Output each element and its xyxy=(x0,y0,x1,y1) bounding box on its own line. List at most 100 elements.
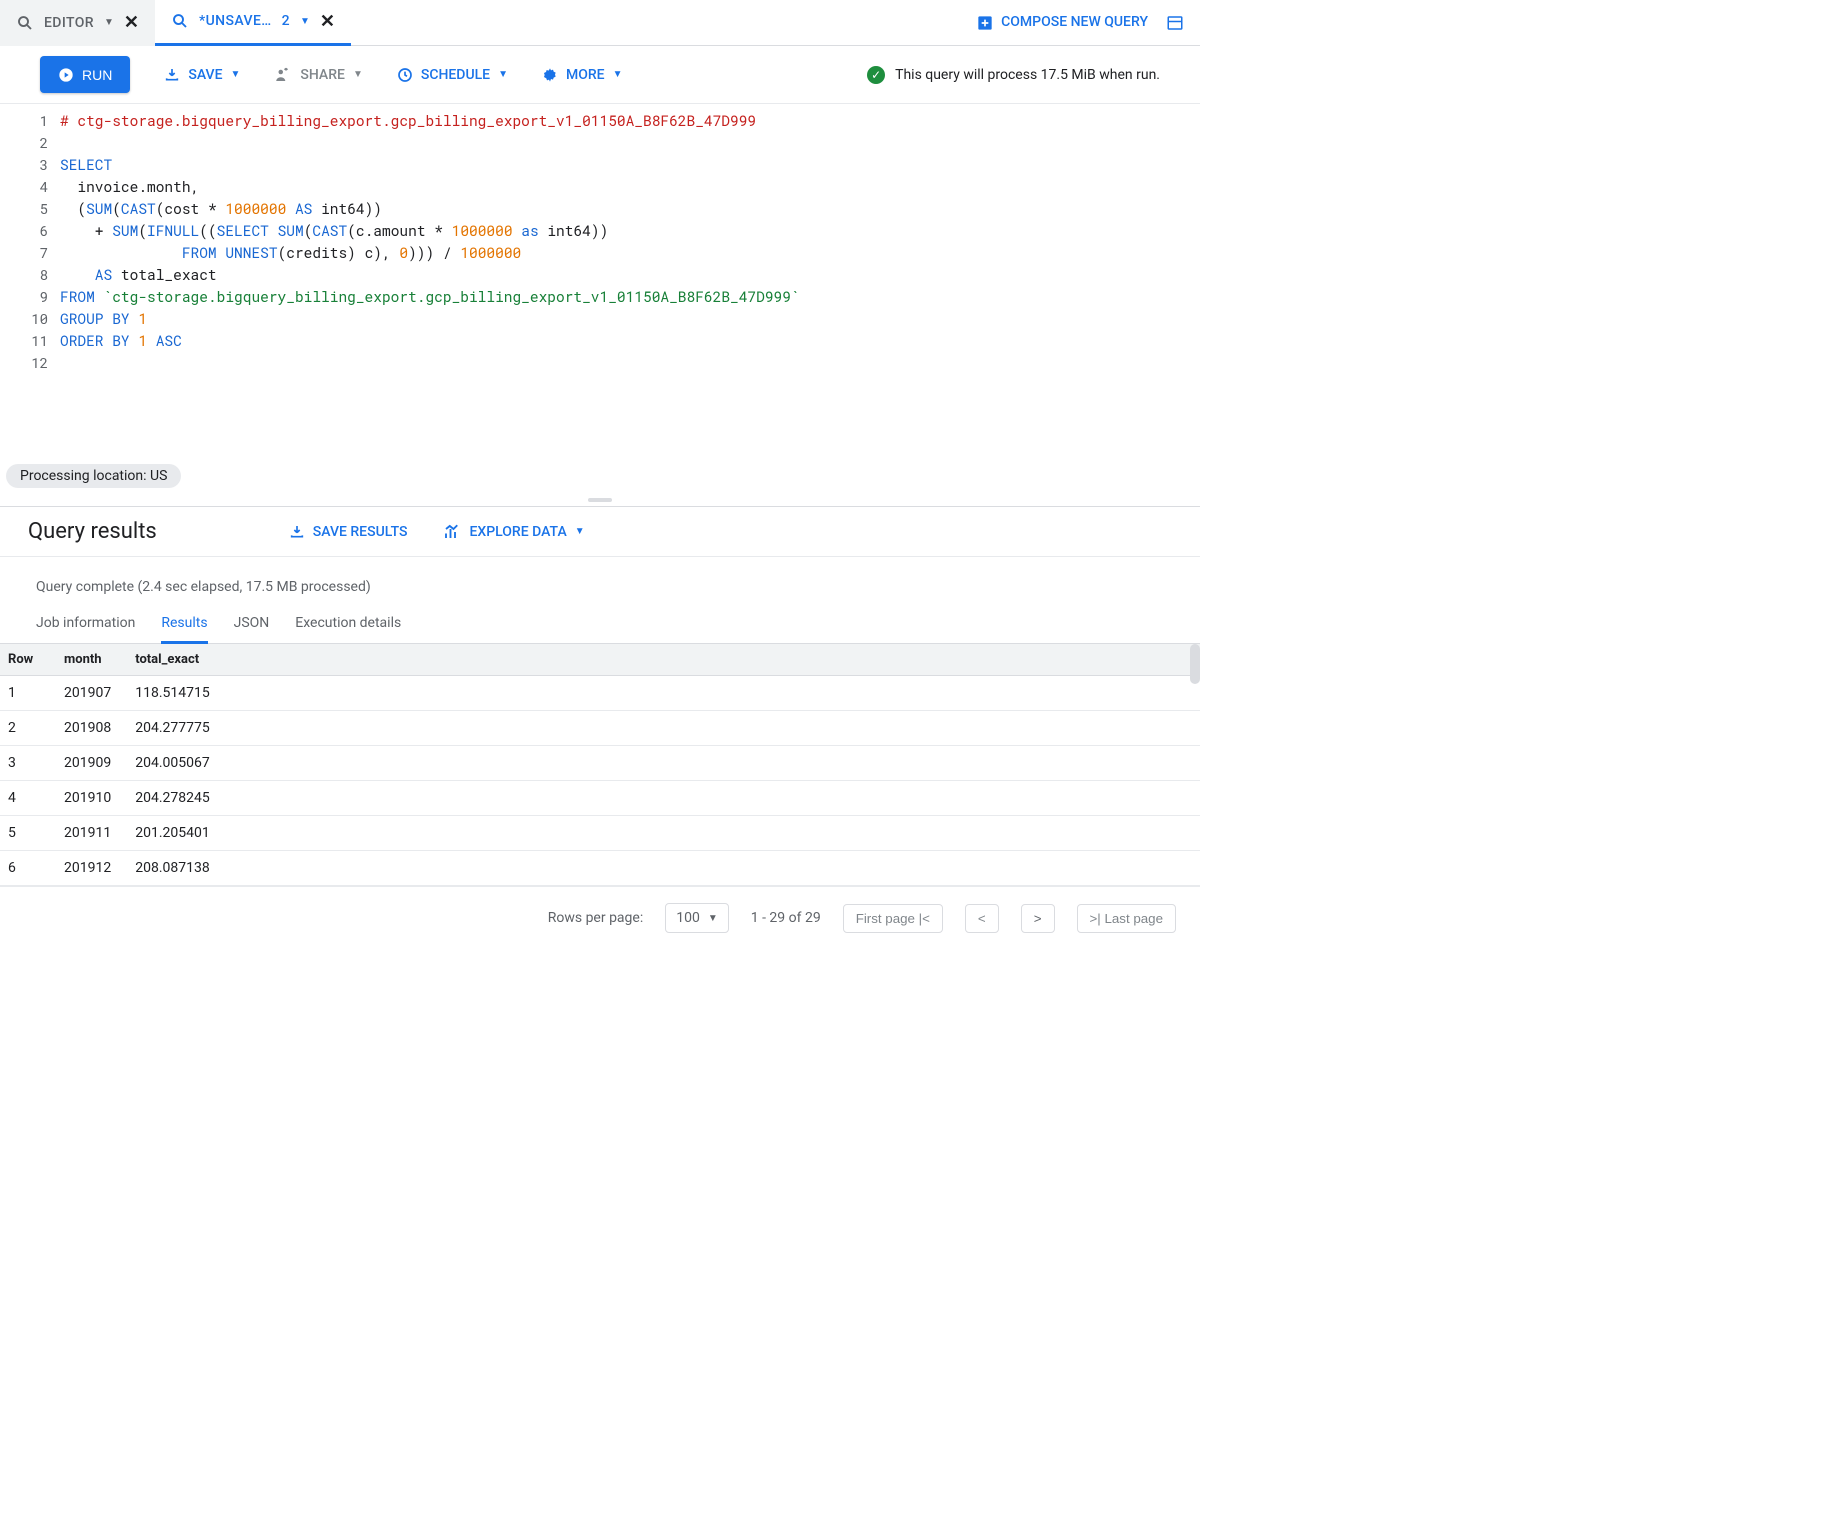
chevron-right-icon: > xyxy=(1034,911,1042,926)
page-range: 1 - 29 of 29 xyxy=(751,910,821,926)
tab-unsaved-label: *UNSAVE… xyxy=(199,13,272,29)
plus-icon xyxy=(977,14,993,30)
explore-data-button[interactable]: EXPLORE DATA ▼ xyxy=(443,523,584,541)
explore-data-label: EXPLORE DATA xyxy=(469,524,566,540)
tab-json[interactable]: JSON xyxy=(234,605,270,643)
caret-down-icon[interactable]: ▼ xyxy=(104,17,114,28)
query-status: ✓ This query will process 17.5 MiB when … xyxy=(867,66,1160,84)
save-results-button[interactable]: SAVE RESULTS xyxy=(289,524,408,540)
cell-month: 201912 xyxy=(52,851,123,886)
magnify-icon xyxy=(171,12,189,30)
cell-row: 4 xyxy=(0,781,52,816)
tab-unsaved[interactable]: *UNSAVE… 2 ▼ ✕ xyxy=(155,0,351,46)
prev-page-button[interactable]: < xyxy=(965,904,999,933)
scrollbar-thumb[interactable] xyxy=(1190,644,1200,684)
pagination: Rows per page: 100 ▼ 1 - 29 of 29 First … xyxy=(0,886,1200,949)
tab-editor-label: EDITOR xyxy=(44,15,94,31)
code-content[interactable]: # ctg-storage.bigquery_billing_export.gc… xyxy=(60,104,1200,494)
table-row: 3201909204.005067 xyxy=(0,746,1200,781)
first-page-button[interactable]: First page |< xyxy=(843,904,943,933)
last-page-icon: >| xyxy=(1090,911,1101,926)
tab-unsaved-badge: 2 xyxy=(282,13,290,29)
col-row: Row xyxy=(0,644,52,676)
results-header: Query results SAVE RESULTS EXPLORE DATA … xyxy=(0,506,1200,557)
compose-label: COMPOSE NEW QUERY xyxy=(1001,14,1148,30)
tab-editor[interactable]: EDITOR ▼ ✕ xyxy=(0,0,155,46)
cell-month: 201908 xyxy=(52,711,123,746)
cell-month: 201911 xyxy=(52,816,123,851)
chart-icon xyxy=(443,523,461,541)
download-icon xyxy=(164,67,180,83)
cell-total: 208.087138 xyxy=(123,851,1200,886)
cell-total: 204.005067 xyxy=(123,746,1200,781)
caret-down-icon[interactable]: ▼ xyxy=(300,16,310,27)
run-button[interactable]: RUN xyxy=(40,56,130,93)
more-button[interactable]: MORE ▼ xyxy=(542,67,623,83)
tab-results[interactable]: Results xyxy=(161,605,207,644)
save-results-label: SAVE RESULTS xyxy=(313,524,408,540)
tab-job-information[interactable]: Job information xyxy=(36,605,135,643)
hide-panel-icon[interactable] xyxy=(1166,12,1184,33)
processing-location-badge: Processing location: US xyxy=(6,464,181,488)
save-label: SAVE xyxy=(188,67,222,83)
cell-total: 204.277775 xyxy=(123,711,1200,746)
magnify-icon xyxy=(16,14,34,32)
query-toolbar: RUN SAVE ▼ SHARE ▼ SCHEDULE ▼ MORE ▼ ✓ T… xyxy=(0,46,1200,104)
cell-row: 6 xyxy=(0,851,52,886)
play-icon xyxy=(58,66,74,83)
caret-down-icon: ▼ xyxy=(353,69,363,80)
code-editor[interactable]: 123456789101112 # ctg-storage.bigquery_b… xyxy=(0,104,1200,494)
results-title: Query results xyxy=(28,519,157,544)
table-row: 1201907118.514715 xyxy=(0,676,1200,711)
tabs-bar: EDITOR ▼ ✕ *UNSAVE… 2 ▼ ✕ COMPOSE NEW QU… xyxy=(0,0,1200,46)
rows-per-page-label: Rows per page: xyxy=(548,910,643,926)
table-row: 4201910204.278245 xyxy=(0,781,1200,816)
cell-month: 201909 xyxy=(52,746,123,781)
chevron-left-icon: < xyxy=(978,911,986,926)
first-page-icon: |< xyxy=(919,911,930,926)
results-table: Row month total_exact 1201907118.5147152… xyxy=(0,644,1200,886)
table-row: 2201908204.277775 xyxy=(0,711,1200,746)
col-month: month xyxy=(52,644,123,676)
run-label: RUN xyxy=(82,67,112,83)
status-text: This query will process 17.5 MiB when ru… xyxy=(895,67,1160,83)
schedule-label: SCHEDULE xyxy=(421,67,490,83)
next-page-button[interactable]: > xyxy=(1021,904,1055,933)
caret-down-icon: ▼ xyxy=(575,526,585,537)
close-icon[interactable]: ✕ xyxy=(124,12,139,33)
caret-down-icon: ▼ xyxy=(613,69,623,80)
compose-new-query-button[interactable]: COMPOSE NEW QUERY xyxy=(977,14,1148,30)
close-icon[interactable]: ✕ xyxy=(320,11,335,32)
code-line: invoice.month, xyxy=(60,177,199,196)
drag-handle[interactable] xyxy=(588,498,612,502)
share-button[interactable]: SHARE ▼ xyxy=(274,66,362,84)
col-total: total_exact xyxy=(123,644,1200,676)
cell-row: 3 xyxy=(0,746,52,781)
rows-per-page-select[interactable]: 100 ▼ xyxy=(665,903,729,933)
cell-total: 118.514715 xyxy=(123,676,1200,711)
result-tabs: Job information Results JSON Execution d… xyxy=(0,605,1200,644)
gear-icon xyxy=(542,67,558,83)
clock-icon xyxy=(397,67,413,83)
save-button[interactable]: SAVE ▼ xyxy=(164,67,240,83)
check-icon: ✓ xyxy=(867,66,885,84)
caret-down-icon: ▼ xyxy=(498,69,508,80)
caret-down-icon: ▼ xyxy=(708,913,718,924)
share-label: SHARE xyxy=(300,67,345,83)
more-label: MORE xyxy=(566,67,605,83)
table-row: 6201912208.087138 xyxy=(0,851,1200,886)
caret-down-icon: ▼ xyxy=(230,69,240,80)
cell-row: 2 xyxy=(0,711,52,746)
tab-execution-details[interactable]: Execution details xyxy=(295,605,401,643)
schedule-button[interactable]: SCHEDULE ▼ xyxy=(397,67,508,83)
last-page-button[interactable]: >| Last page xyxy=(1077,904,1177,933)
code-line: SELECT xyxy=(60,155,112,174)
table-row: 5201911201.205401 xyxy=(0,816,1200,851)
share-icon xyxy=(274,66,292,84)
cell-total: 204.278245 xyxy=(123,781,1200,816)
cell-row: 1 xyxy=(0,676,52,711)
download-icon xyxy=(289,524,305,540)
query-complete-text: Query complete (2.4 sec elapsed, 17.5 MB… xyxy=(0,557,1200,605)
code-line: # ctg-storage.bigquery_billing_export.gc… xyxy=(60,111,756,130)
cell-total: 201.205401 xyxy=(123,816,1200,851)
